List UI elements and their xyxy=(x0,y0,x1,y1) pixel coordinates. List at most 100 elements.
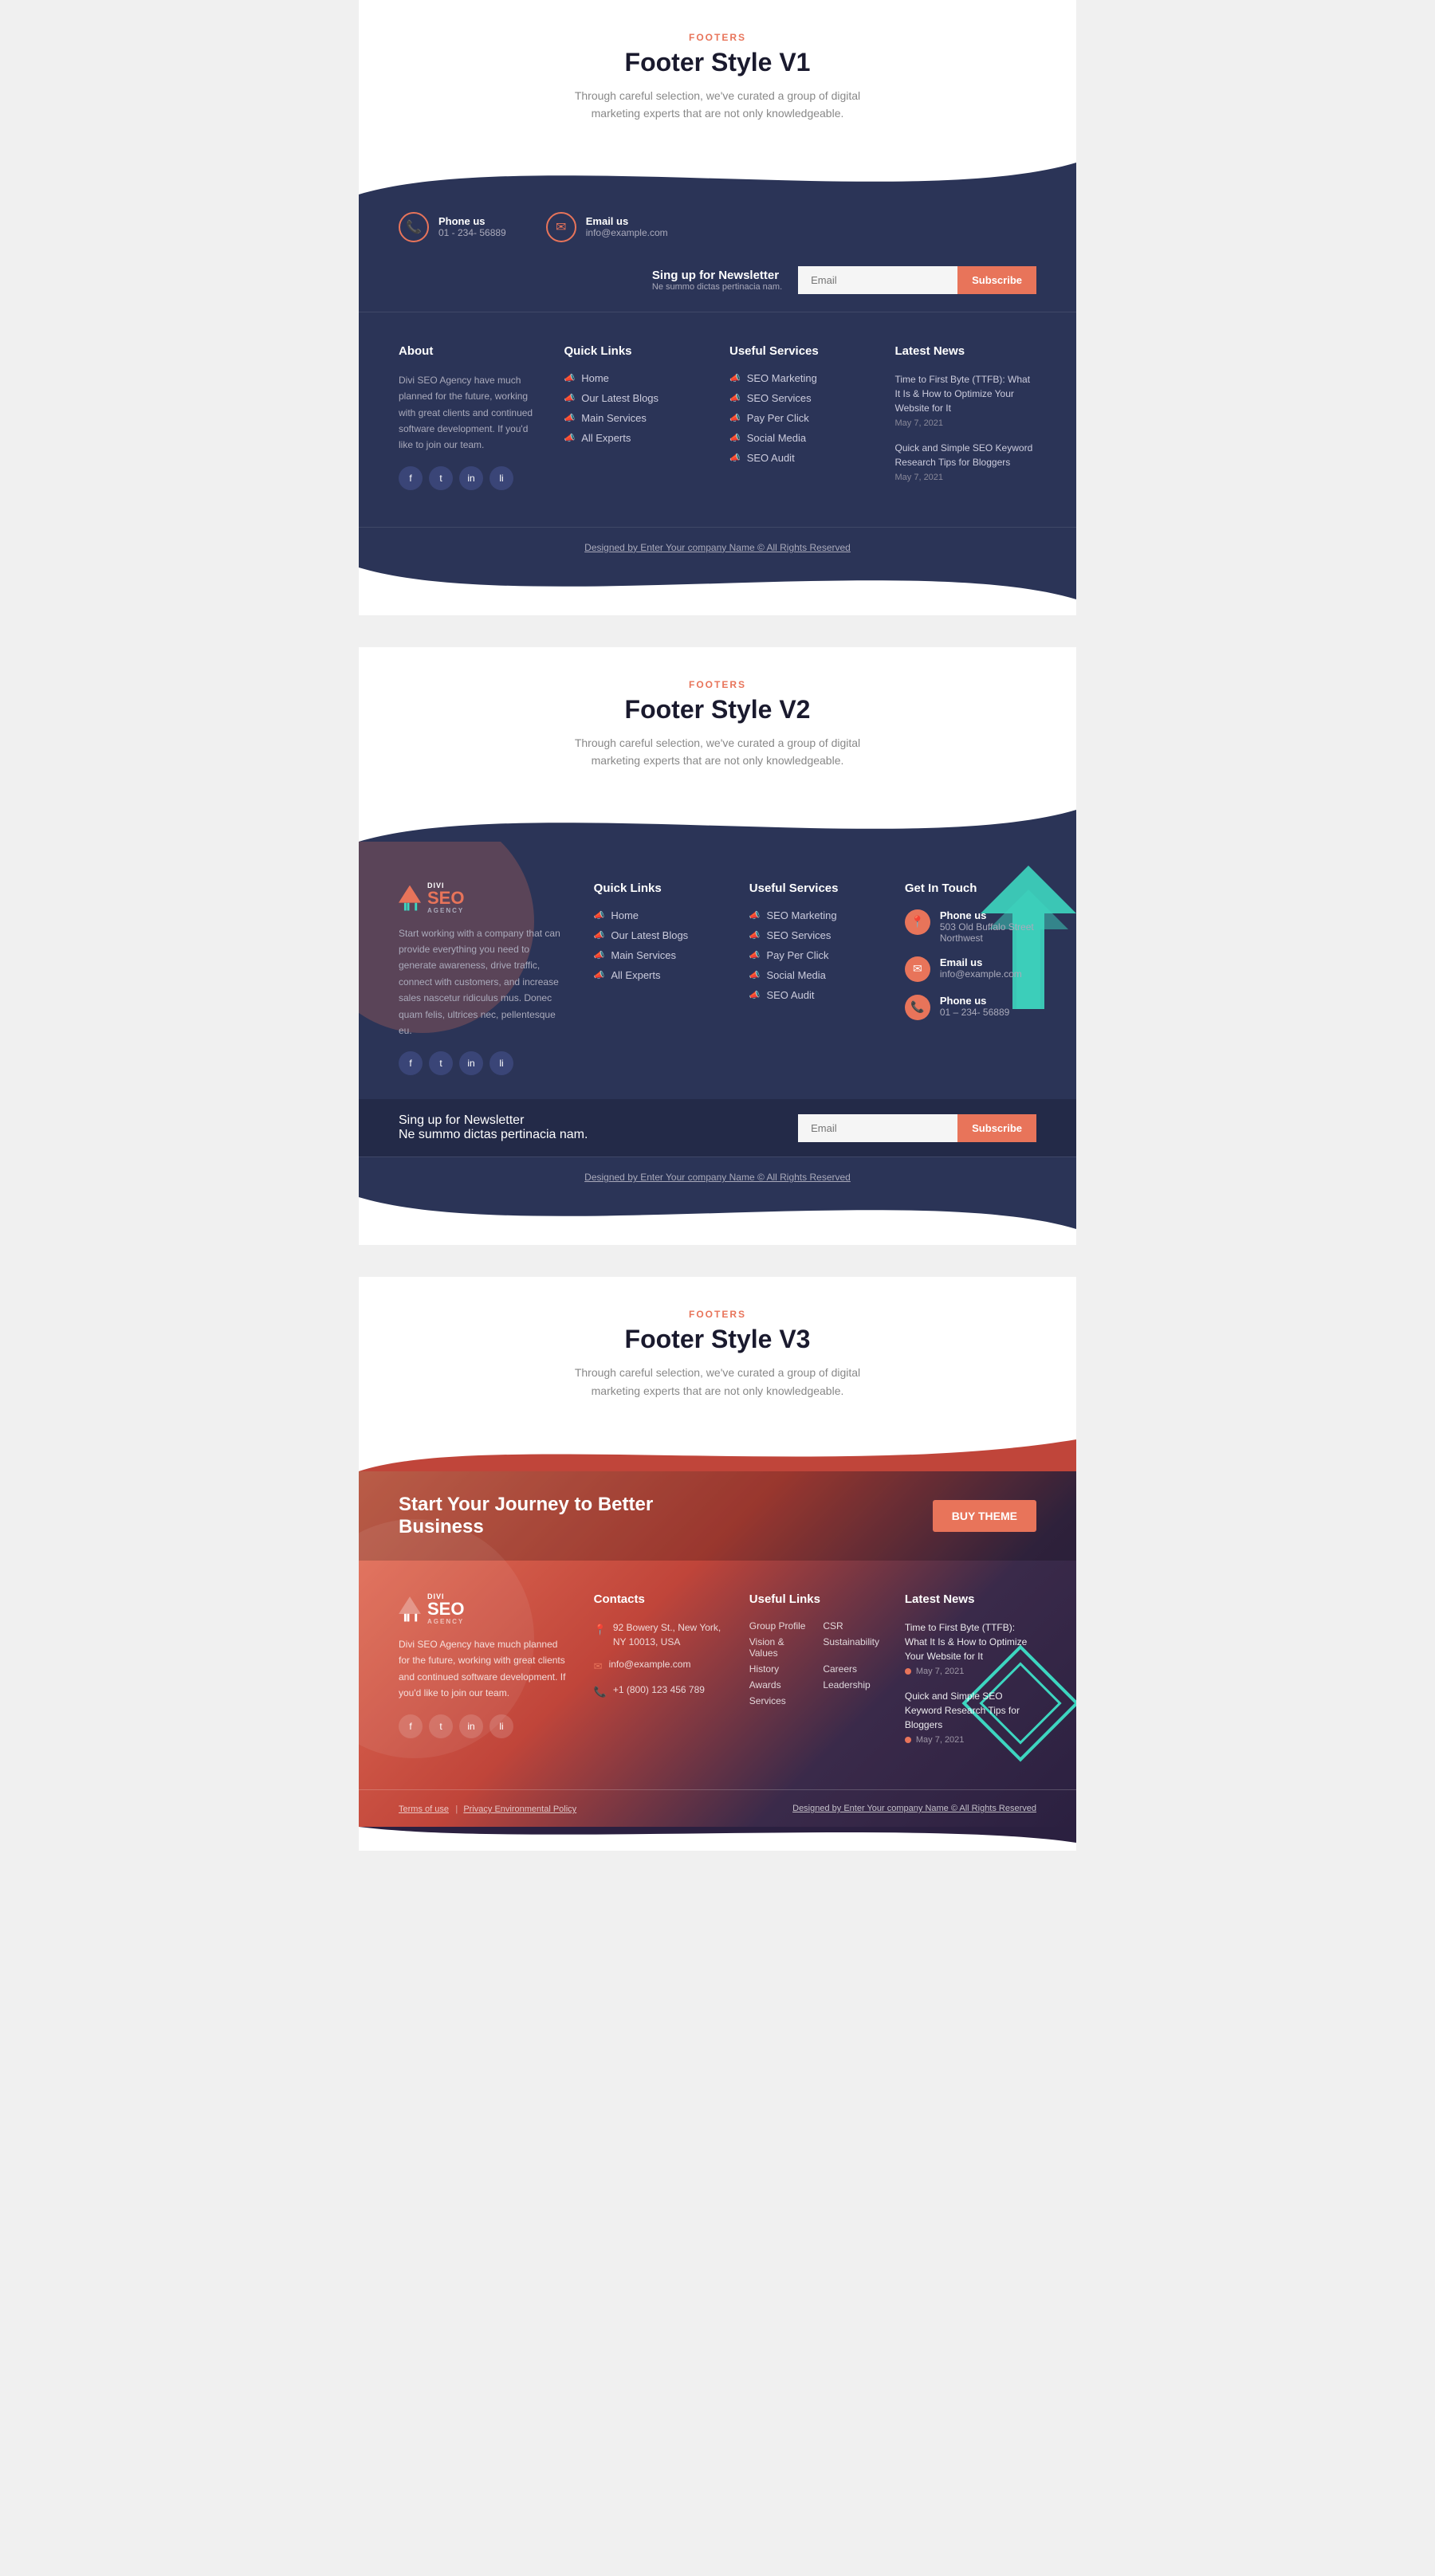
email-item-v2: ✉ Email us info@example.com xyxy=(905,956,1036,982)
pay-per-click-link[interactable]: Pay Per Click xyxy=(747,412,809,424)
phone-info: Phone us 01 - 234- 56889 xyxy=(438,215,506,238)
section-label-v3: FOOTERS xyxy=(375,1309,1060,1320)
copyright-link-v3[interactable]: Designed by Enter Your company Name © Al… xyxy=(792,1804,1036,1813)
social-icons-v1: f t in li xyxy=(399,466,541,490)
footer-col-quicklinks-v2: Quick Links 📣Home 📣Our Latest Blogs 📣Mai… xyxy=(594,882,725,1076)
email-icon-v2: ✉ xyxy=(905,956,930,982)
footer-v1-intro: FOOTERS Footer Style V1 Through careful … xyxy=(359,0,1076,147)
all-experts-link-v2[interactable]: All Experts xyxy=(611,969,660,981)
megaphone-icon: 📣 xyxy=(749,930,761,940)
seo-services-link-v2[interactable]: SEO Services xyxy=(766,929,831,941)
buy-theme-button[interactable]: BUY THEME xyxy=(933,1500,1036,1532)
news-link-2-v1[interactable]: Quick and Simple SEO Keyword Research Ti… xyxy=(895,441,1037,469)
location-icon: 📍 xyxy=(905,909,930,935)
footer-v2-desc: Through careful selection, we've curated… xyxy=(566,734,869,770)
facebook-link-v3[interactable]: f xyxy=(399,1714,423,1738)
list-item: 📣All Experts xyxy=(594,969,725,981)
footer-col-contacts-v3: Contacts 📍92 Bowery St., New York, NY 10… xyxy=(594,1592,725,1757)
megaphone-icon: 📣 xyxy=(749,970,761,980)
home-link-v2[interactable]: Home xyxy=(611,909,639,921)
news-link-1-v3[interactable]: Time to First Byte (TTFB): What It Is & … xyxy=(905,1620,1036,1663)
blogs-link-v2[interactable]: Our Latest Blogs xyxy=(611,929,688,941)
megaphone-icon: 📣 xyxy=(729,453,741,463)
footer-col-quicklinks-v1: Quick Links 📣Home 📣Our Latest Blogs 📣Mai… xyxy=(564,344,706,495)
news-date-2-v3: May 7, 2021 xyxy=(905,1735,1036,1745)
quicklinks-list-v2: 📣Home 📣Our Latest Blogs 📣Main Services 📣… xyxy=(594,909,725,981)
list-item: 📣SEO Marketing xyxy=(749,909,881,921)
footer-v3-bottom-bar: Terms of use | Privacy Environmental Pol… xyxy=(359,1789,1076,1827)
list-item: 📣All Experts xyxy=(564,432,706,444)
phone-contact: 📞 Phone us 01 - 234- 56889 xyxy=(399,212,506,242)
newsletter-email-input-v1[interactable] xyxy=(798,266,957,294)
services-link[interactable]: Services xyxy=(749,1695,808,1706)
instagram-link-v1[interactable]: in xyxy=(459,466,483,490)
seo-audit-link-v2[interactable]: SEO Audit xyxy=(766,989,814,1001)
footer-col-getintouch-v2: Get In Touch 📍 Phone us 503 Old Buffalo … xyxy=(905,882,1036,1076)
instagram-link-v2[interactable]: in xyxy=(459,1051,483,1075)
facebook-link-v1[interactable]: f xyxy=(399,466,423,490)
twitter-link-v3[interactable]: t xyxy=(429,1714,453,1738)
footer-v1-topbar: 📞 Phone us 01 - 234- 56889 ✉ Email us in… xyxy=(359,194,1076,312)
list-item: 📣 Home xyxy=(564,372,706,384)
vision-values-link[interactable]: Vision & Values xyxy=(749,1636,808,1659)
social-media-link[interactable]: Social Media xyxy=(747,432,806,444)
list-item: 📣Pay Per Click xyxy=(749,949,881,961)
linkedin-link-v3[interactable]: li xyxy=(489,1714,513,1738)
newsletter-form-v2: Subscribe xyxy=(798,1114,1036,1142)
seo-services-link[interactable]: SEO Services xyxy=(747,392,812,404)
terms-link[interactable]: Terms of use xyxy=(399,1804,449,1814)
copyright-link-v2[interactable]: Designed by Enter Your company Name © Al… xyxy=(584,1172,851,1183)
seo-audit-link[interactable]: SEO Audit xyxy=(747,452,795,464)
instagram-link-v3[interactable]: in xyxy=(459,1714,483,1738)
list-item: 📣 Social Media xyxy=(749,969,881,981)
news-item-1-v3: Time to First Byte (TTFB): What It Is & … xyxy=(905,1620,1036,1676)
news-link-2-v3[interactable]: Quick and Simple SEO Keyword Research Ti… xyxy=(905,1689,1036,1732)
careers-link[interactable]: Careers xyxy=(823,1663,881,1675)
main-services-link[interactable]: Main Services xyxy=(581,412,647,424)
phone-icon-v2: 📞 xyxy=(905,995,930,1020)
email-icon: ✉ xyxy=(546,212,576,242)
twitter-link-v1[interactable]: t xyxy=(429,466,453,490)
leadership-link[interactable]: Leadership xyxy=(823,1679,881,1690)
home-link[interactable]: Home xyxy=(581,372,609,384)
linkedin-link-v2[interactable]: li xyxy=(489,1051,513,1075)
list-item: 📍92 Bowery St., New York, NY 10013, USA xyxy=(594,1620,725,1649)
subscribe-button-v1[interactable]: Subscribe xyxy=(957,266,1036,294)
linkedin-link-v1[interactable]: li xyxy=(489,466,513,490)
newsletter-text: Sing up for Newsletter Ne summo dictas p… xyxy=(652,269,782,292)
seo-marketing-link[interactable]: SEO Marketing xyxy=(747,372,817,384)
news-date-1-v1: May 7, 2021 xyxy=(895,418,1037,428)
footer-col-usefullinks-v3: Useful Links Group Profile CSR Vision & … xyxy=(749,1592,881,1757)
csr-link[interactable]: CSR xyxy=(823,1620,881,1632)
awards-link[interactable]: Awards xyxy=(749,1679,808,1690)
news-item-1-v1: Time to First Byte (TTFB): What It Is & … xyxy=(895,372,1037,428)
social-media-link-v2[interactable]: Social Media xyxy=(766,969,825,981)
group-profile-link[interactable]: Group Profile xyxy=(749,1620,808,1632)
social-icons-v2: f t in li xyxy=(399,1051,570,1075)
twitter-link-v2[interactable]: t xyxy=(429,1051,453,1075)
facebook-link-v2[interactable]: f xyxy=(399,1051,423,1075)
footer-v1-desc: Through careful selection, we've curated… xyxy=(566,87,869,123)
footer-v1-main: About Divi SEO Agency have much planned … xyxy=(359,312,1076,527)
email-icon-v3: ✉ xyxy=(594,1659,603,1675)
subscribe-button-v2[interactable]: Subscribe xyxy=(957,1114,1036,1142)
copyright-link-v1[interactable]: Designed by Enter Your company Name © Al… xyxy=(584,542,851,553)
megaphone-icon: 📣 xyxy=(564,413,576,423)
newsletter-email-input-v2[interactable] xyxy=(798,1114,957,1142)
history-link[interactable]: History xyxy=(749,1663,808,1675)
footer-v3-intro: FOOTERS Footer Style V3 Through careful … xyxy=(359,1277,1076,1423)
news-link-1-v1[interactable]: Time to First Byte (TTFB): What It Is & … xyxy=(895,372,1037,415)
megaphone-icon: 📣 xyxy=(729,433,741,443)
list-item: 📣Our Latest Blogs xyxy=(594,929,725,941)
megaphone-icon: 📣 xyxy=(564,373,576,383)
sustainability-link[interactable]: Sustainability xyxy=(823,1636,881,1659)
all-experts-link[interactable]: All Experts xyxy=(581,432,631,444)
list-item: 📣 Main Services xyxy=(564,412,706,424)
main-services-link-v2[interactable]: Main Services xyxy=(611,949,676,961)
pay-per-click-link-v2[interactable]: Pay Per Click xyxy=(766,949,828,961)
footer-col-services-v1: Useful Services 📣SEO Marketing 📣SEO Serv… xyxy=(729,344,871,495)
megaphone-icon: 📣 xyxy=(729,393,741,403)
privacy-link[interactable]: Privacy Environmental Policy xyxy=(463,1804,576,1814)
blogs-link[interactable]: Our Latest Blogs xyxy=(581,392,659,404)
seo-marketing-link-v2[interactable]: SEO Marketing xyxy=(766,909,836,921)
